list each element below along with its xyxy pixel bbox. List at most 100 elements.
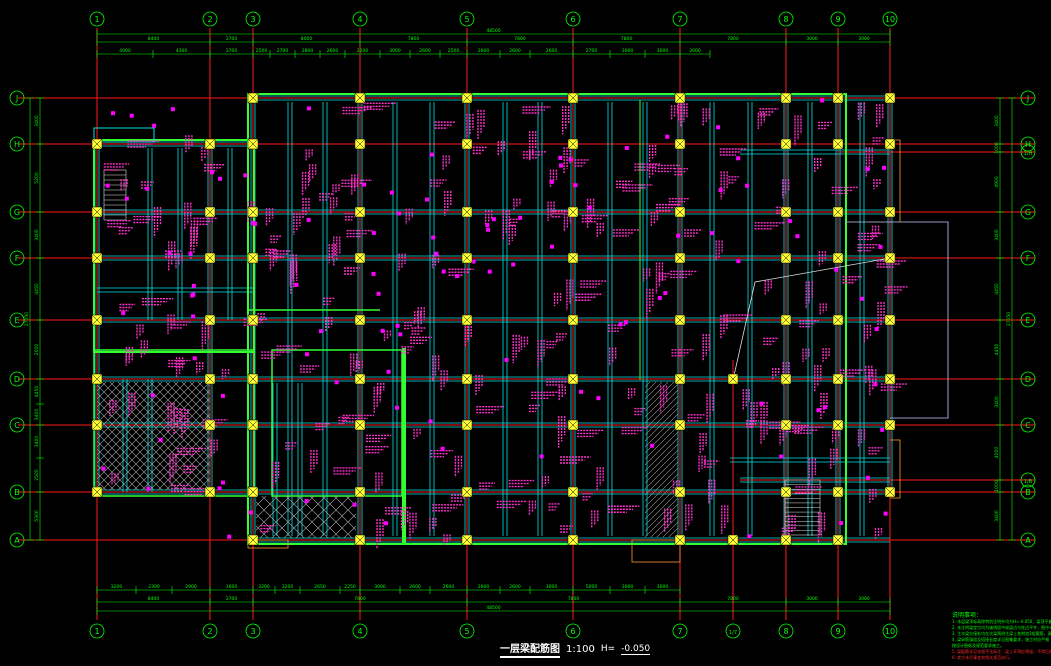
dimension-text: 3400 [34, 409, 40, 421]
dimension-text: 3000 [389, 48, 401, 54]
axis-label-right: F [1026, 254, 1031, 263]
beam-marker [145, 186, 150, 191]
beam-marker [663, 291, 668, 296]
axis-label-left: G [14, 208, 20, 217]
dimension-text: 2250 [344, 584, 356, 590]
dimension-text: 1000 [994, 142, 1000, 154]
dimension-text: 48500 [486, 605, 500, 611]
beam-marker [129, 113, 134, 118]
hatch-area [97, 382, 210, 490]
beam-marker [882, 165, 887, 170]
beam-marker [371, 271, 376, 276]
axis-label-bottom: 6 [570, 627, 575, 636]
axis-label-right: 1/B [1024, 479, 1033, 485]
dimension-text: 8000 [301, 36, 313, 42]
axis-label-top: 5 [464, 15, 469, 24]
dimension-text: 2500 [448, 48, 460, 54]
design-notes: 说明事项： 1. 本层梁顶标高除特别注明外均为H=-0.050，梁顶平板顶 2.… [952, 612, 1051, 661]
axis-label-bottom: 3 [250, 627, 255, 636]
beam-marker [191, 314, 196, 319]
beam-marker [578, 389, 583, 394]
beam-marker [618, 322, 623, 327]
dimension-text: 3700 [226, 596, 238, 602]
axis-label-right: H [1025, 140, 1031, 149]
beam-marker [150, 393, 155, 398]
beam-marker [124, 196, 129, 201]
beam-marker [188, 251, 193, 256]
beam-marker [883, 511, 888, 516]
dimension-text: 2600 [546, 48, 558, 54]
axis-label-left: F [15, 254, 20, 263]
beam-marker [167, 251, 172, 256]
beam-marker [736, 259, 741, 264]
dimension-text: 3200 [111, 584, 123, 590]
beam-marker [676, 233, 681, 238]
dimension-lines: 48500 8400 3700 8000 7800 7800 7800 7800 3000 300… [24, 28, 1016, 615]
beam-marker [441, 269, 446, 274]
beam-marker [376, 291, 381, 296]
beam-marker [657, 295, 662, 300]
beam-marker [779, 454, 784, 459]
axis-label-left: E [14, 316, 19, 325]
beam-marker [383, 521, 388, 526]
dimension-text: 3400 [994, 229, 1000, 241]
axis-label-right: G [1025, 208, 1031, 217]
beam-marker [243, 173, 248, 178]
dimension-text: 3400 [994, 510, 1000, 522]
dimension-text: 3400 [34, 229, 40, 241]
beam-marker [816, 408, 821, 413]
beam-marker [170, 107, 175, 112]
beam-marker [504, 357, 509, 362]
axis-label-left: H [14, 140, 20, 149]
dimension-text: 3200 [258, 584, 270, 590]
dimension-text: 2650 [314, 584, 326, 590]
dimension-text: 3400 [994, 115, 1000, 127]
beam-marker [248, 510, 253, 515]
beam-marker [152, 123, 157, 128]
beam-marker [747, 534, 752, 539]
dimension-text: 2600 [443, 584, 455, 590]
dimension-text: 2700 [277, 48, 289, 54]
beam-marker [394, 405, 399, 410]
beam-marker [121, 311, 126, 316]
beam-marker [865, 167, 870, 172]
beam-marker [371, 230, 376, 235]
dimension-text: 3000 [622, 48, 634, 54]
axis-label-bottom: 7 [677, 627, 682, 636]
beam-marker [217, 486, 222, 491]
drawing-title: 一层梁配筋图 [500, 640, 560, 658]
beam-marker [191, 283, 196, 288]
beam-marker [306, 217, 311, 222]
note-line: 6. 其它未尽事宜按相关规范执行。 [952, 655, 1014, 660]
dimension-text: 4000 [994, 447, 1000, 459]
beam-marker [218, 176, 223, 181]
axis-label-right: 1/H [1024, 151, 1033, 157]
dimension-text: 7800 [514, 36, 526, 42]
beam-marker [220, 393, 225, 398]
beam-marker [395, 323, 400, 328]
axis-label-bottom: 10 [885, 627, 895, 636]
dimension-text: 2200 [357, 48, 369, 54]
axis-label-top: 7 [677, 15, 682, 24]
notes-title: 说明事项： [952, 612, 983, 619]
dimension-text: 3000 [657, 48, 669, 54]
dimension-text: 2600 [327, 48, 339, 54]
beam-marker [549, 179, 554, 184]
axis-label-bottom: 5 [464, 627, 469, 636]
beam-marker [511, 262, 516, 267]
beam-marker [623, 320, 628, 325]
drawing-scale: 1:100 [566, 643, 595, 655]
beam-marker [380, 328, 385, 333]
axis-label-top: 6 [570, 15, 575, 24]
dimension-text: 5300 [34, 510, 40, 522]
beam-marker [352, 502, 357, 507]
dimension-text: 2600 [409, 584, 421, 590]
beam-marker [428, 419, 433, 424]
beam-marker [665, 134, 670, 139]
beam-marker [568, 157, 573, 162]
beam-marker [587, 205, 592, 210]
beam-marker [146, 486, 151, 491]
dimension-text: 2300 [148, 584, 160, 590]
dimension-text: 7800 [621, 36, 633, 42]
beam-marker [874, 326, 879, 331]
